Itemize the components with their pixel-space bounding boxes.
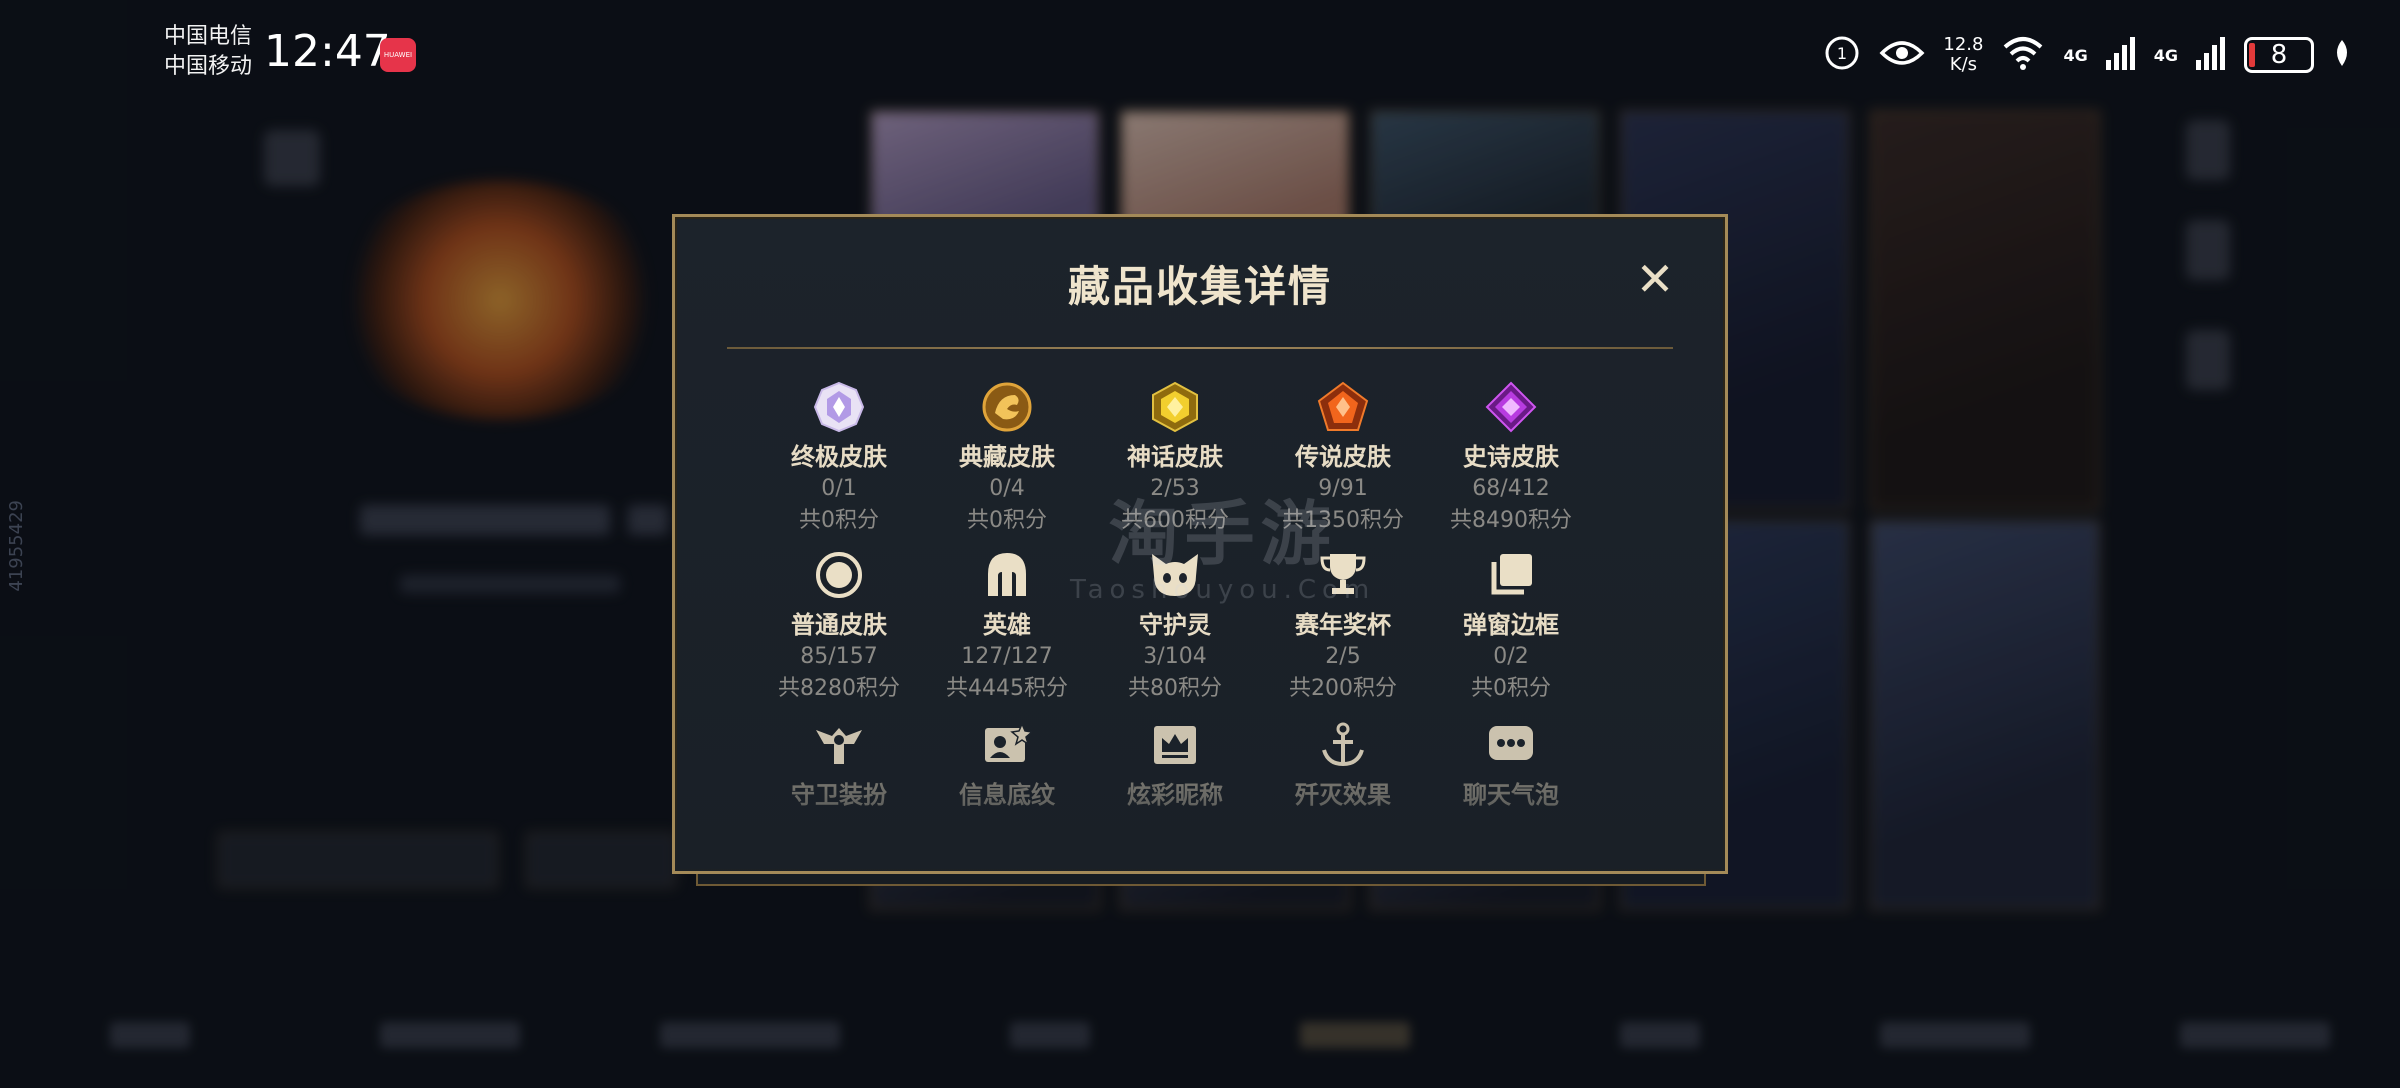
hd-call-icon: 1 [1823, 34, 1861, 76]
network-type-1: 4G [2063, 45, 2088, 65]
collection-item-profile-card[interactable]: 信息底纹 [923, 717, 1091, 811]
app-notification-icon: HUAWEI [380, 38, 416, 72]
collection-item-collector[interactable]: 典藏皮肤 0/4 共0积分 [923, 379, 1091, 537]
collection-item-nickname[interactable]: 炫彩昵称 [1091, 717, 1259, 811]
myth-skin-icon [1147, 379, 1203, 435]
guard-outfit-icon [811, 717, 867, 773]
eye-comfort-icon [1879, 38, 1925, 72]
carrier-labels: 中国电信 中国移动 [164, 22, 252, 82]
close-button[interactable]: ✕ [1633, 256, 1677, 302]
ultimate-skin-icon [811, 379, 867, 435]
clock: 12:47 [264, 26, 391, 77]
collection-item-guard-outfit[interactable]: 守卫装扮 [755, 717, 923, 811]
legendary-collection-icon [979, 379, 1035, 435]
profile-card-icon [979, 717, 1035, 773]
collection-item-elimination[interactable]: 歼灭效果 [1259, 717, 1427, 811]
collection-item-normal[interactable]: 普通皮肤 85/157 共8280积分 [755, 547, 923, 705]
dialog-title: 藏品收集详情 [1067, 262, 1332, 311]
carrier-2: 中国移动 [164, 54, 253, 79]
epic-skin-icon [1483, 379, 1539, 435]
collection-item-trophy[interactable]: 赛年奖杯 2/5 共200积分 [1259, 547, 1427, 705]
hero-helmet-icon [979, 547, 1035, 603]
collection-item-guardian[interactable]: 守护灵 3/104 共80积分 [1091, 547, 1259, 705]
power-saving-leaf-icon [2332, 38, 2352, 72]
collection-item-chat-bubble[interactable]: 聊天气泡 [1427, 717, 1595, 811]
collection-item-myth[interactable]: 神话皮肤 2/53 共600积分 [1091, 379, 1259, 537]
trophy-icon [1315, 547, 1371, 603]
collection-item-ultimate[interactable]: 终极皮肤 0/1 共0积分 [755, 379, 923, 537]
nickname-crown-icon [1147, 717, 1203, 773]
collection-item-epic[interactable]: 史诗皮肤 68/412 共8490积分 [1427, 379, 1595, 537]
title-divider [727, 347, 1673, 349]
wifi-icon [2001, 35, 2045, 75]
carrier-1: 中国电信 [164, 24, 253, 49]
status-bar: 中国电信 中国移动 12:47 HUAWEI 1 12.8 K/s 4G 4G … [0, 0, 2400, 110]
battery-indicator: 8 [2244, 37, 2314, 73]
collection-item-hero[interactable]: 英雄 127/127 共4445积分 [923, 547, 1091, 705]
svg-text:1: 1 [1837, 44, 1847, 63]
collection-item-frame[interactable]: 弹窗边框 0/2 共0积分 [1427, 547, 1595, 705]
collection-item-legend[interactable]: 传说皮肤 9/91 共1350积分 [1259, 379, 1427, 537]
modal-shadow [696, 872, 1706, 886]
legend-skin-icon [1315, 379, 1371, 435]
elimination-effect-icon [1315, 717, 1371, 773]
signal-icon [2196, 36, 2226, 74]
normal-skin-icon [811, 547, 867, 603]
network-speed: 12.8 K/s [1943, 34, 1984, 75]
collection-details-dialog: 藏品收集详情 ✕ 终极皮肤 0/1 共0积分 典藏皮肤 0/4 共0积分 神话皮… [672, 214, 1728, 874]
system-icons: 1 12.8 K/s 4G 4G 8 [1823, 30, 2352, 80]
network-type-2: 4G [2153, 45, 2178, 65]
guardian-spirit-icon [1147, 547, 1203, 603]
signal-icon [2105, 36, 2136, 74]
side-id-text: 41955429 [6, 500, 27, 592]
chat-bubble-icon [1483, 717, 1539, 773]
frame-icon [1483, 547, 1539, 603]
